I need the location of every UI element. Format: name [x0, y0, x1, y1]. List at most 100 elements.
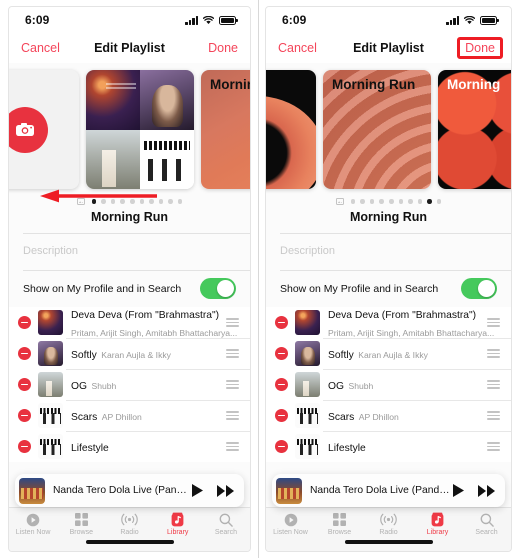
artwork-warm-gradient-card[interactable]: Morning Run — [201, 70, 250, 189]
show-on-profile-toggle[interactable] — [200, 278, 236, 299]
reorder-handle-icon[interactable] — [226, 378, 239, 391]
cellular-bars-icon — [185, 15, 198, 25]
page-dot[interactable] — [436, 199, 442, 204]
page-dot[interactable] — [158, 199, 164, 204]
mini-player[interactable]: Nanda Tero Dola Live (Pandavaas) — [272, 474, 505, 507]
artwork-rays-card[interactable]: Morning Run — [323, 70, 431, 189]
mini-player-artwork — [19, 477, 45, 504]
track-artist: Pritam, Arijit Singh, Amitabh Bhattachar… — [328, 327, 495, 338]
album-collage-card[interactable] — [86, 70, 194, 189]
play-circle-icon — [284, 512, 298, 527]
fast-forward-icon[interactable] — [217, 484, 235, 498]
play-icon[interactable] — [191, 483, 204, 498]
reorder-handle-icon[interactable] — [226, 347, 239, 360]
page-dot[interactable] — [168, 199, 173, 204]
mini-player[interactable]: Nanda Tero Dola Live (Pandavaas) — [15, 474, 244, 507]
remove-track-button[interactable] — [18, 409, 31, 422]
tab-search[interactable]: Search — [202, 512, 250, 536]
remove-track-button[interactable] — [275, 409, 288, 422]
collage-quadrant-2 — [140, 70, 194, 130]
remove-track-button[interactable] — [275, 440, 288, 453]
carousel-page-dots-right[interactable] — [266, 198, 511, 205]
remove-track-button[interactable] — [18, 347, 31, 360]
done-button-wrap: Done — [208, 41, 238, 55]
tab-browse[interactable]: Browse — [57, 512, 105, 536]
status-icons — [185, 15, 238, 25]
track-artist: Pritam, Arijit Singh, Amitabh Bhattachar… — [71, 327, 238, 338]
table-row[interactable]: Scars AP Dhillon — [266, 400, 511, 431]
done-button[interactable]: Done — [465, 41, 495, 55]
remove-track-button[interactable] — [275, 316, 288, 329]
reorder-handle-icon[interactable] — [226, 316, 239, 329]
page-dot[interactable] — [427, 199, 432, 204]
tab-library[interactable]: Library — [413, 512, 462, 536]
table-row[interactable]: OG Shubh — [266, 369, 511, 400]
track-artwork — [38, 434, 63, 459]
track-title: Scars — [328, 411, 355, 423]
tab-listen-now[interactable]: Listen Now — [266, 512, 315, 536]
fast-forward-icon[interactable] — [478, 484, 496, 498]
description-input[interactable]: Description — [9, 234, 250, 270]
tab-label: Search — [475, 529, 498, 536]
table-row[interactable]: Deva Deva (From "Brahmastra") Pritam, Ar… — [266, 307, 511, 338]
tab-browse[interactable]: Browse — [315, 512, 364, 536]
reorder-handle-icon[interactable] — [487, 440, 500, 453]
show-on-profile-toggle[interactable] — [461, 278, 497, 299]
track-artwork — [295, 434, 320, 459]
track-artwork — [38, 341, 63, 366]
done-button[interactable]: Done — [208, 41, 238, 55]
tab-listen-now[interactable]: Listen Now — [9, 512, 57, 536]
tab-radio[interactable]: Radio — [105, 512, 153, 536]
status-icons — [446, 15, 499, 25]
home-indicator — [85, 540, 174, 544]
page-dot[interactable] — [369, 199, 375, 204]
tab-bar: Listen Now Browse Radio Library Search — [266, 507, 511, 551]
track-artist: Shubh — [91, 380, 117, 391]
show-on-profile-row[interactable]: Show on My Profile and in Search — [266, 271, 511, 307]
show-on-profile-row[interactable]: Show on My Profile and in Search — [9, 271, 250, 307]
reorder-handle-icon[interactable] — [226, 440, 239, 453]
remove-track-button[interactable] — [18, 378, 31, 391]
page-dot[interactable] — [177, 199, 183, 204]
table-row[interactable]: Scars AP Dhillon — [9, 400, 250, 431]
table-row[interactable]: OG Shubh — [9, 369, 250, 400]
status-time: 6:09 — [25, 13, 50, 27]
search-icon — [219, 512, 233, 527]
page-dot[interactable] — [350, 199, 356, 204]
reorder-handle-icon[interactable] — [487, 409, 500, 422]
phone-screen-left: 6:09 Cancel Edit Playlist Done Morni Mor… — [8, 6, 251, 552]
remove-track-button[interactable] — [275, 378, 288, 391]
table-row[interactable]: Softly Karan Aujla & Ikky — [9, 338, 250, 369]
tab-library[interactable]: Library — [154, 512, 202, 536]
reorder-handle-icon[interactable] — [487, 347, 500, 360]
page-dot[interactable] — [379, 199, 384, 204]
description-input[interactable]: Description — [266, 234, 511, 270]
reorder-handle-icon[interactable] — [487, 316, 500, 329]
tab-radio[interactable]: Radio — [364, 512, 413, 536]
artwork-black-radial-card[interactable]: g Run — [266, 70, 316, 189]
track-text: OG Shubh — [328, 376, 487, 394]
artwork-circles-card[interactable]: Morning — [438, 70, 511, 189]
page-dot[interactable] — [388, 199, 394, 204]
artwork-card-strip[interactable]: Morning Run — [9, 70, 250, 192]
table-row[interactable]: Lifestyle — [9, 431, 250, 462]
table-row[interactable]: Deva Deva (From "Brahmastra") Pritam, Ar… — [9, 307, 250, 338]
library-icon — [171, 512, 184, 527]
table-row[interactable]: Softly Karan Aujla & Ikky — [266, 338, 511, 369]
page-dot[interactable] — [408, 199, 413, 204]
reorder-handle-icon[interactable] — [487, 378, 500, 391]
choose-photo-card[interactable] — [9, 70, 79, 189]
reorder-handle-icon[interactable] — [226, 409, 239, 422]
play-icon[interactable] — [452, 483, 465, 498]
artwork-carousel[interactable]: g Run Morning Run Morning — [266, 63, 511, 205]
remove-track-button[interactable] — [18, 440, 31, 453]
tab-search[interactable]: Search — [462, 512, 511, 536]
artwork-carousel[interactable]: Morning Run — [9, 63, 250, 205]
table-row[interactable]: Lifestyle — [266, 431, 511, 462]
artwork-card-strip[interactable]: g Run Morning Run Morning — [266, 70, 511, 192]
remove-track-button[interactable] — [275, 347, 288, 360]
page-dot[interactable] — [360, 199, 365, 204]
page-dot[interactable] — [398, 199, 404, 204]
remove-track-button[interactable] — [18, 316, 31, 329]
page-dot[interactable] — [417, 199, 423, 204]
